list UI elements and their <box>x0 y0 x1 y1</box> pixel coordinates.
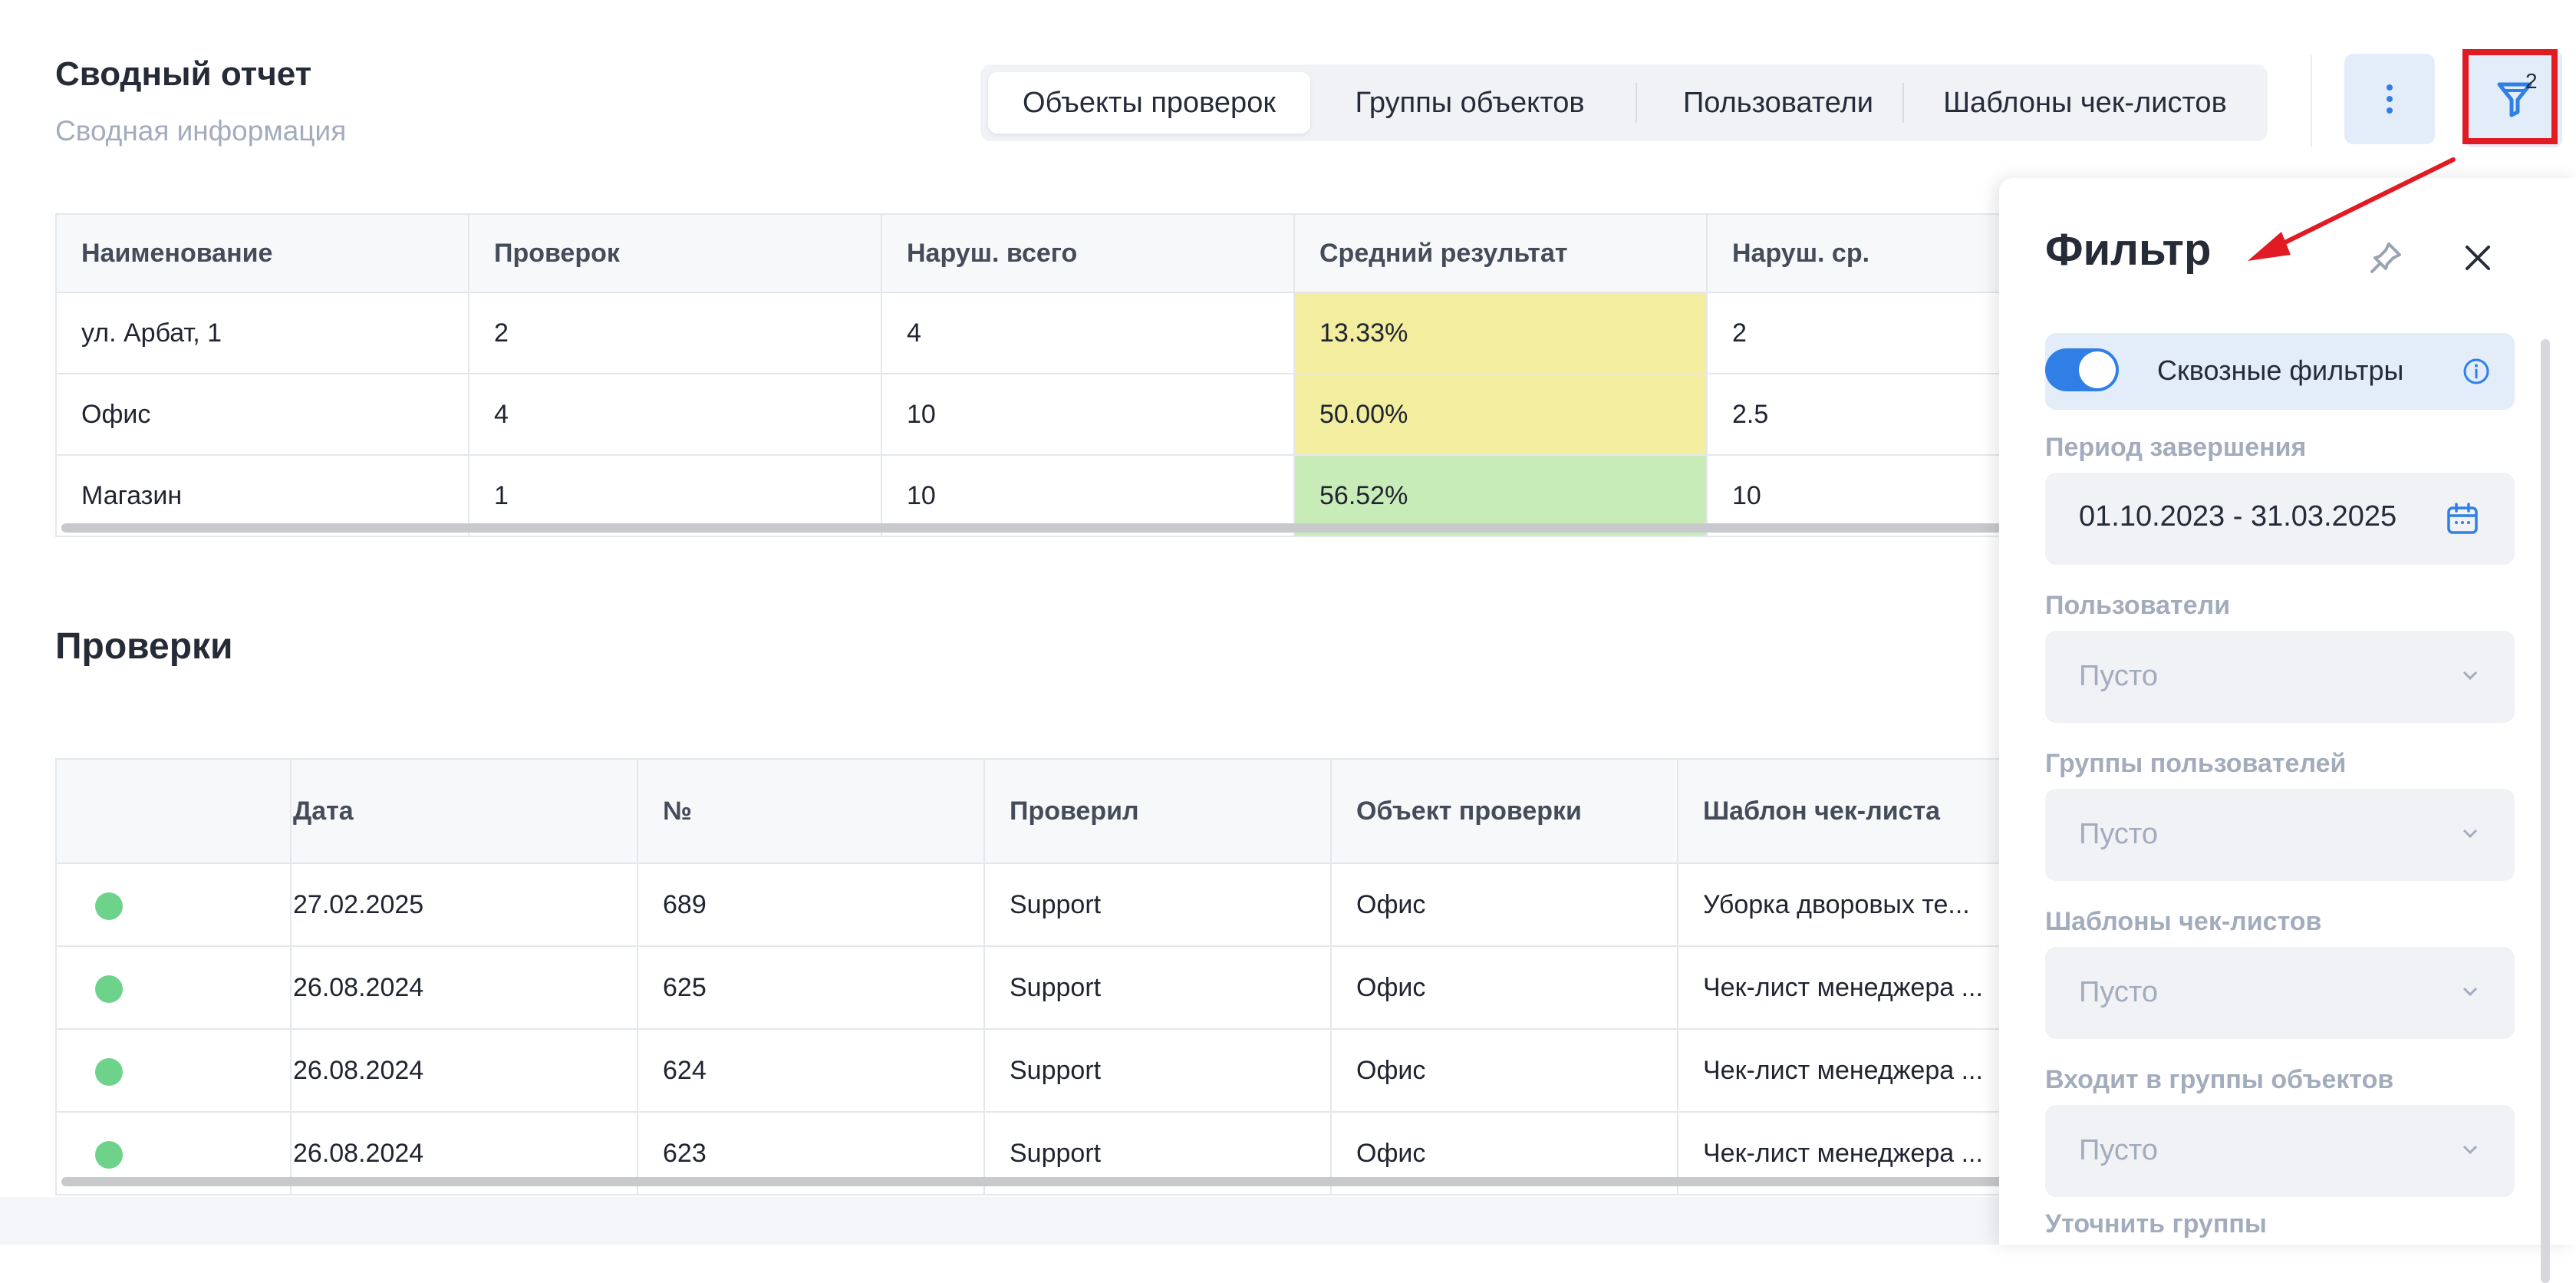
cell-date: 26.08.2024 <box>290 1028 638 1113</box>
cell-name: Офис <box>55 373 469 456</box>
checks-horizontal-scrollbar[interactable] <box>61 1177 2025 1186</box>
status-dot <box>95 892 123 920</box>
cell-inspector: Support <box>983 1028 1332 1113</box>
header-divider <box>2311 55 2312 147</box>
cell-name: ул. Арбат, 1 <box>55 292 469 374</box>
column-header-object[interactable]: Объект проверки <box>1330 758 1678 864</box>
column-header-name[interactable]: Наименование <box>55 213 469 293</box>
cell-number: 689 <box>637 862 985 947</box>
table-row[interactable]: 27.02.2025 689 Support Офис Уборка дворо… <box>55 862 2051 947</box>
filter-count-badge: 2 <box>2525 69 2538 93</box>
bottom-strip <box>0 1197 2010 1245</box>
through-filters-row: Сквозные фильтры <box>2045 333 2515 410</box>
tab-users[interactable]: Пользователи <box>1643 72 1913 134</box>
tab-objects[interactable]: Объекты проверок <box>988 72 1310 134</box>
cell-inspector: Support <box>983 862 1332 947</box>
cell-object: Офис <box>1330 945 1678 1030</box>
cell-violations-total: 4 <box>881 292 1295 374</box>
object-groups-label: Входит в группы объектов <box>2045 1065 2394 1094</box>
cell-avg-result: 50.00% <box>1293 373 1708 456</box>
user-groups-select[interactable]: Пусто <box>2045 789 2515 881</box>
status-dot <box>95 1057 123 1086</box>
users-placeholder: Пусто <box>2079 660 2158 692</box>
users-label: Пользователи <box>2045 591 2231 620</box>
tab-bar: Объекты проверок Группы объектов Пользов… <box>980 64 2268 141</box>
summary-header-row: Наименование Проверок Наруш. всего Средн… <box>55 213 2051 293</box>
info-button[interactable] <box>2461 356 2492 391</box>
user-groups-label: Группы пользователей <box>2045 749 2347 778</box>
cell-object: Офис <box>1330 1028 1678 1113</box>
checks-header-row: Дата № Проверил Объект проверки Шаблон ч… <box>55 758 2051 864</box>
status-cell <box>55 1028 292 1113</box>
object-groups-placeholder: Пусто <box>2079 1134 2158 1166</box>
column-header-checks[interactable]: Проверок <box>468 213 882 293</box>
through-filters-toggle[interactable] <box>2045 348 2119 391</box>
section-title-checks: Проверки <box>55 626 233 667</box>
column-header-status <box>55 758 292 864</box>
cell-number: 625 <box>637 945 985 1030</box>
info-icon <box>2463 358 2489 384</box>
cell-checks: 2 <box>468 292 882 374</box>
filter-panel-scrollbar[interactable] <box>2541 339 2550 1283</box>
period-label: Период завершения <box>2045 433 2307 462</box>
summary-horizontal-scrollbar[interactable] <box>61 523 2025 533</box>
table-row[interactable]: 26.08.2024 625 Support Офис Чек-лист мен… <box>55 945 2051 1030</box>
cell-template: Уборка дворовых те... <box>1677 862 2051 947</box>
column-header-violations-total[interactable]: Наруш. всего <box>881 213 1295 293</box>
table-row[interactable]: Офис 4 10 50.00% 2.5 <box>55 373 2051 456</box>
cell-object: Офис <box>1330 862 1678 947</box>
chevron-down-icon <box>2462 987 2478 997</box>
cell-avg-result: 13.33% <box>1293 292 1708 374</box>
vertical-dots-icon <box>2387 84 2393 114</box>
chevron-down-icon <box>2462 1145 2478 1155</box>
checks-table: Дата № Проверил Объект проверки Шаблон ч… <box>55 758 2051 1196</box>
refine-groups-label: Уточнить группы <box>2045 1209 2267 1238</box>
calendar-icon[interactable] <box>2444 500 2481 537</box>
status-cell <box>55 862 292 947</box>
column-header-template[interactable]: Шаблон чек-листа <box>1677 758 2051 864</box>
status-dot <box>95 1140 123 1169</box>
tab-object-groups[interactable]: Группы объектов <box>1316 72 1623 134</box>
users-select[interactable]: Пусто <box>2045 631 2515 723</box>
object-groups-select[interactable]: Пусто <box>2045 1105 2515 1197</box>
cell-template: Чек-лист менеджера ... <box>1677 945 2051 1030</box>
page-subtitle: Сводная информация <box>55 115 347 147</box>
cell-template: Чек-лист менеджера ... <box>1677 1028 2051 1113</box>
cell-checks: 4 <box>468 373 882 456</box>
cell-number: 624 <box>637 1028 985 1113</box>
cell-date: 26.08.2024 <box>290 945 638 1030</box>
cell-violations-total: 10 <box>881 373 1295 456</box>
cell-inspector: Support <box>983 945 1332 1030</box>
status-dot <box>95 975 123 1003</box>
more-button[interactable] <box>2344 54 2435 144</box>
page-title: Сводный отчет <box>55 55 312 93</box>
user-groups-placeholder: Пусто <box>2079 818 2158 850</box>
toggle-knob <box>2079 351 2116 388</box>
column-header-avg-result[interactable]: Средний результат <box>1293 213 1708 293</box>
templates-placeholder: Пусто <box>2079 976 2158 1008</box>
table-row[interactable]: ул. Арбат, 1 2 4 13.33% 2 <box>55 292 2051 374</box>
tab-separator <box>1902 83 1904 123</box>
annotation-arrow <box>2248 157 2456 261</box>
column-header-inspector[interactable]: Проверил <box>983 758 1332 864</box>
through-filters-label: Сквозные фильтры <box>2157 355 2404 386</box>
table-row[interactable]: 26.08.2024 624 Support Офис Чек-лист мен… <box>55 1028 2051 1113</box>
period-value: 01.10.2023 - 31.03.2025 <box>2079 500 2397 533</box>
templates-select[interactable]: Пусто <box>2045 947 2515 1039</box>
tab-templates[interactable]: Шаблоны чек-листов <box>1910 72 2260 134</box>
filter-button-highlight <box>2462 49 2558 144</box>
chevron-down-icon <box>2462 671 2478 681</box>
column-header-date[interactable]: Дата <box>290 758 638 864</box>
templates-label: Шаблоны чек-листов <box>2045 907 2322 936</box>
tab-separator <box>1636 83 1637 123</box>
cell-date: 27.02.2025 <box>290 862 638 947</box>
period-field[interactable]: 01.10.2023 - 31.03.2025 <box>2045 473 2515 565</box>
summary-table: Наименование Проверок Наруш. всего Средн… <box>55 213 2051 537</box>
filter-panel-title: Фильтр <box>2045 225 2212 275</box>
status-cell <box>55 945 292 1030</box>
column-header-number[interactable]: № <box>637 758 985 864</box>
filter-panel: Фильтр Сквозные фильтры Период завершени… <box>1999 178 2576 1283</box>
chevron-down-icon <box>2462 829 2478 839</box>
